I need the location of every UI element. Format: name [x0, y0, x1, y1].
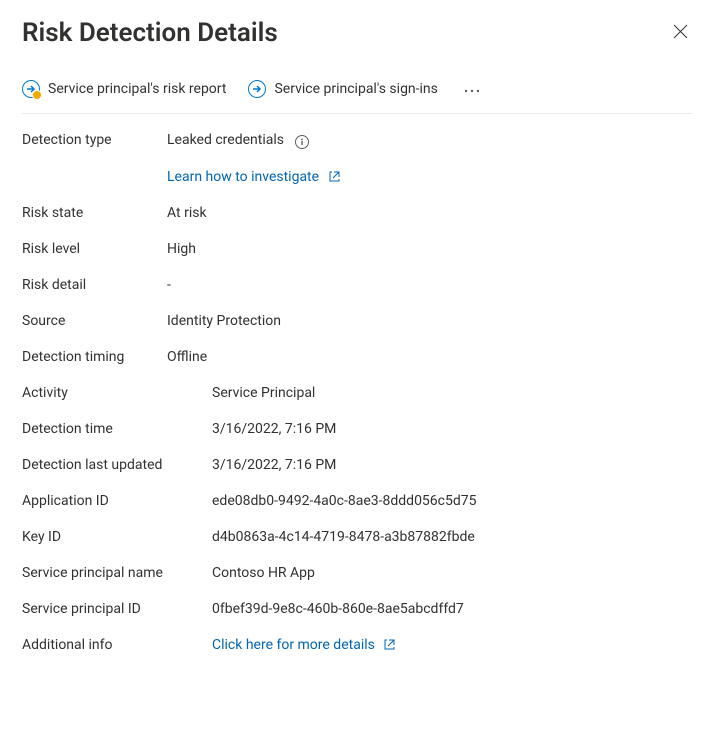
additional-info-link[interactable]: Click here for more details — [212, 637, 395, 653]
label-risk-level: Risk level — [22, 241, 167, 257]
info-icon[interactable] — [295, 135, 309, 149]
value-service-principal-id: 0fbef39d-9e8c-460b-860e-8ae5abcdffd7 — [212, 601, 464, 617]
value-service-principal-name: Contoso HR App — [212, 565, 315, 581]
row-service-principal-id: Service principal ID 0fbef39d-9e8c-460b-… — [22, 601, 692, 617]
label-activity: Activity — [22, 385, 212, 401]
value-detection-type: Leaked credentials — [167, 132, 309, 149]
row-risk-state: Risk state At risk — [22, 205, 692, 221]
row-risk-level: Risk level High — [22, 241, 692, 257]
value-risk-state: At risk — [167, 205, 207, 221]
header: Risk Detection Details — [22, 18, 692, 48]
value-detection-last-updated: 3/16/2022, 7:16 PM — [212, 457, 336, 473]
row-application-id: Application ID ede08db0-9492-4a0c-8ae3-8… — [22, 493, 692, 509]
value-detection-timing: Offline — [167, 349, 207, 365]
ellipsis-icon — [464, 89, 480, 93]
value-activity: Service Principal — [212, 385, 315, 401]
row-service-principal-name: Service principal name Contoso HR App — [22, 565, 692, 581]
label-additional-info: Additional info — [22, 637, 212, 653]
label-risk-state: Risk state — [22, 205, 167, 221]
close-icon — [673, 24, 688, 39]
label-detection-timing: Detection timing — [22, 349, 167, 365]
row-investigate-link: Learn how to investigate — [22, 169, 692, 185]
row-source: Source Identity Protection — [22, 313, 692, 329]
label-service-principal-name: Service principal name — [22, 565, 212, 581]
more-actions-button[interactable] — [460, 78, 484, 99]
learn-investigate-text: Learn how to investigate — [167, 169, 319, 185]
risk-detection-details-panel: Risk Detection Details Service principal… — [0, 0, 712, 693]
value-application-id: ede08db0-9492-4a0c-8ae3-8ddd056c5d75 — [212, 493, 477, 509]
row-key-id: Key ID d4b0863a-4c14-4719-8478-a3b87882f… — [22, 529, 692, 545]
value-risk-level: High — [167, 241, 196, 257]
additional-info-text: Click here for more details — [212, 637, 375, 653]
row-activity: Activity Service Principal — [22, 385, 692, 401]
close-button[interactable] — [669, 20, 692, 46]
risk-report-icon — [22, 80, 40, 98]
learn-investigate-link[interactable]: Learn how to investigate — [167, 169, 340, 185]
label-detection-last-updated: Detection last updated — [22, 457, 212, 473]
signins-link[interactable]: Service principal's sign-ins — [248, 80, 437, 98]
row-detection-type: Detection type Leaked credentials — [22, 132, 692, 149]
value-source: Identity Protection — [167, 313, 281, 329]
row-detection-last-updated: Detection last updated 3/16/2022, 7:16 P… — [22, 457, 692, 473]
label-detection-time: Detection time — [22, 421, 212, 437]
row-additional-info: Additional info Click here for more deta… — [22, 637, 692, 653]
value-detection-time: 3/16/2022, 7:16 PM — [212, 421, 336, 437]
row-detection-time: Detection time 3/16/2022, 7:16 PM — [22, 421, 692, 437]
row-risk-detail: Risk detail - — [22, 277, 692, 293]
external-link-icon — [384, 639, 395, 650]
page-title: Risk Detection Details — [22, 18, 278, 48]
details-list: Detection type Leaked credentials Learn … — [22, 132, 692, 653]
risk-report-label: Service principal's risk report — [48, 81, 226, 97]
signins-label: Service principal's sign-ins — [274, 81, 437, 97]
label-key-id: Key ID — [22, 529, 212, 545]
warning-badge-icon — [32, 90, 42, 100]
label-source: Source — [22, 313, 167, 329]
risk-report-link[interactable]: Service principal's risk report — [22, 80, 226, 98]
label-application-id: Application ID — [22, 493, 212, 509]
signins-icon — [248, 80, 266, 98]
label-detection-type: Detection type — [22, 132, 167, 148]
value-key-id: d4b0863a-4c14-4719-8478-a3b87882fbde — [212, 529, 475, 545]
label-risk-detail: Risk detail — [22, 277, 167, 293]
value-detection-type-text: Leaked credentials — [167, 132, 284, 148]
value-risk-detail: - — [167, 277, 171, 293]
row-detection-timing: Detection timing Offline — [22, 349, 692, 365]
toolbar: Service principal's risk report Service … — [22, 78, 692, 114]
label-service-principal-id: Service principal ID — [22, 601, 212, 617]
external-link-icon — [329, 171, 340, 182]
